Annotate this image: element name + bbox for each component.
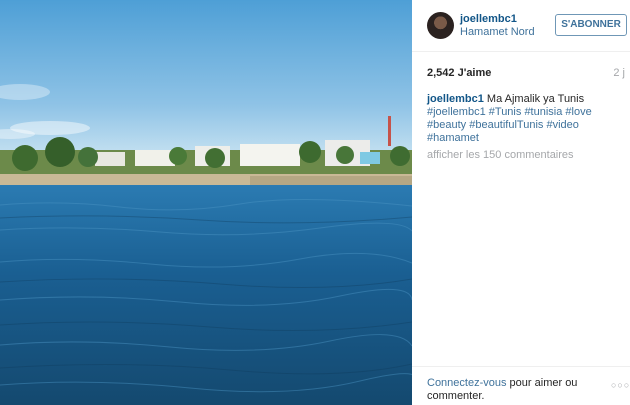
- ellipsis-icon[interactable]: ○○○: [611, 380, 630, 390]
- login-link[interactable]: Connectez-vous: [427, 377, 507, 389]
- avatar[interactable]: [427, 12, 454, 39]
- hashtag-link[interactable]: #Tunis: [489, 106, 522, 118]
- hashtag-link[interactable]: #hamamet: [427, 132, 479, 144]
- post-photo[interactable]: [0, 0, 412, 405]
- hashtag-link[interactable]: #tunisia: [524, 106, 562, 118]
- location-link[interactable]: Hamamet Nord: [460, 26, 535, 38]
- hashtag-link[interactable]: #joellembc1: [427, 106, 486, 118]
- hashtag-link[interactable]: #beauty: [427, 119, 466, 131]
- hashtag-link[interactable]: #beautifulTunis: [469, 119, 543, 131]
- post-header: joellembc1 Hamamet Nord S'ABONNER: [412, 0, 630, 52]
- caption-text: Ma Ajmalik ya Tunis: [486, 93, 585, 105]
- post-age[interactable]: 2 j: [613, 67, 625, 79]
- post-footer: Connectez-vous pour aimer ou commenter. …: [412, 366, 630, 405]
- caption-author-link[interactable]: joellembc1: [427, 93, 484, 105]
- sea-landscape-image: [0, 0, 412, 405]
- hashtag-link[interactable]: #video: [546, 119, 578, 131]
- login-prompt: Connectez-vous pour aimer ou commenter.: [427, 377, 587, 403]
- hashtag-link[interactable]: #love: [565, 106, 591, 118]
- follow-button[interactable]: S'ABONNER: [555, 14, 627, 36]
- username-link[interactable]: joellembc1: [460, 13, 517, 25]
- post-caption: joellembc1 Ma Ajmalik ya Tunis #joellemb…: [427, 93, 622, 145]
- likes-count[interactable]: 2,542 J'aime: [427, 67, 491, 79]
- post-details-panel: joellembc1 Hamamet Nord S'ABONNER 2,542 …: [412, 0, 630, 405]
- view-all-comments-link[interactable]: afficher les 150 commentaires: [427, 149, 574, 161]
